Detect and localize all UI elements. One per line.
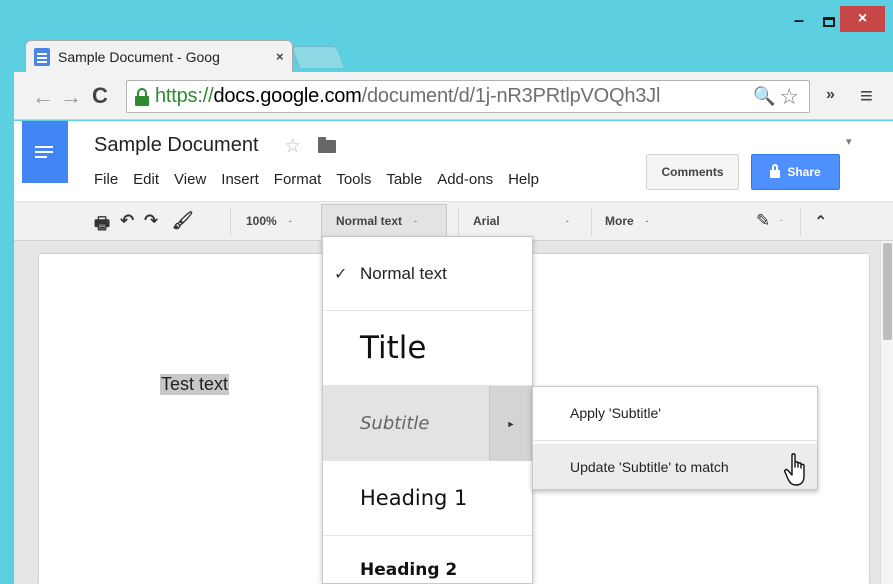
bookmark-star-icon[interactable]: ☆	[779, 84, 799, 110]
toolbar-divider	[591, 208, 592, 236]
forward-icon[interactable]: →	[60, 84, 82, 110]
menu-table[interactable]: Table	[386, 171, 422, 188]
subtitle-submenu: Apply 'Subtitle' Update 'Subtitle' to ma…	[532, 386, 818, 490]
menu-format[interactable]: Format	[274, 171, 322, 188]
scrollbar[interactable]	[880, 241, 893, 584]
zoom-value: 100%	[246, 214, 277, 228]
chevron-down-icon: -	[414, 216, 418, 226]
docs-favicon-icon	[34, 47, 50, 66]
menu-addons[interactable]: Add-ons	[437, 171, 493, 188]
lock-icon	[135, 87, 149, 106]
chevron-down-icon: -	[645, 216, 649, 226]
format-toolbar: 🖶 ↶ ↷ 🖌 100% - Normal text - Arial - Mor…	[14, 201, 893, 241]
address-bar[interactable]: https://docs.google.com/document/d/1j-nR…	[126, 80, 810, 113]
share-button[interactable]: Share	[751, 154, 840, 190]
submenu-arrow-icon[interactable]: ►	[489, 386, 532, 461]
submenu-divider	[533, 440, 817, 441]
style-option-label: Subtitle	[360, 412, 430, 434]
hand-cursor-icon	[784, 453, 805, 486]
browser-toolbar: ← → C https://docs.google.com/document/d…	[14, 72, 893, 120]
style-option-label: Heading 1	[360, 486, 468, 510]
scrollbar-thumb[interactable]	[883, 243, 892, 340]
style-option-label: Heading 2	[360, 560, 458, 580]
paragraph-styles-menu: ✓ Normal text Title Subtitle ► Heading 1…	[322, 236, 533, 584]
check-icon: ✓	[334, 265, 348, 283]
back-icon[interactable]: ←	[32, 84, 54, 110]
selected-text[interactable]: Test text	[160, 374, 230, 395]
menu-help[interactable]: Help	[508, 171, 539, 188]
share-label: Share	[787, 165, 821, 179]
menu-file[interactable]: File	[94, 171, 118, 188]
menu-insert[interactable]: Insert	[221, 171, 259, 188]
docs-logo-icon[interactable]	[22, 121, 68, 183]
style-option-label: Title	[360, 330, 427, 366]
style-option-title[interactable]: Title	[323, 311, 532, 386]
browser-tab[interactable]: Sample Document - Goog ×	[25, 40, 293, 72]
menu-view[interactable]: View	[174, 171, 206, 188]
chevron-down-icon[interactable]: -	[780, 215, 783, 225]
update-subtitle-item[interactable]: Update 'Subtitle' to match	[533, 444, 817, 489]
collapse-icon[interactable]: ⌃	[814, 212, 827, 232]
redo-icon[interactable]: ↷	[144, 211, 158, 231]
zoom-icon[interactable]: 🔍	[753, 86, 775, 107]
url-scheme: https://	[155, 85, 214, 107]
style-value: Normal text	[336, 214, 403, 228]
lock-icon	[770, 163, 781, 178]
style-option-normal-text[interactable]: ✓ Normal text	[323, 237, 532, 311]
style-option-label: Normal text	[360, 263, 447, 283]
document-title[interactable]: Sample Document	[94, 134, 259, 157]
paragraph-style-select[interactable]: Normal text -	[321, 204, 447, 238]
apply-subtitle-item[interactable]: Apply 'Subtitle'	[533, 387, 817, 439]
paint-format-icon[interactable]: 🖌	[172, 211, 194, 231]
font-value: Arial	[473, 214, 500, 228]
chevron-down-icon[interactable]: ▾	[846, 135, 852, 148]
tab-title: Sample Document - Goog	[58, 48, 220, 65]
maximize-icon	[823, 17, 835, 27]
menu-icon[interactable]: ≡	[860, 83, 873, 109]
style-option-subtitle[interactable]: Subtitle ►	[323, 386, 532, 461]
style-option-heading-1[interactable]: Heading 1	[323, 461, 532, 536]
font-select[interactable]: Arial -	[473, 202, 569, 240]
url-path: /document/d/1j-nR3PRtlpVOQh3Jl	[361, 85, 661, 107]
toolbar-divider	[800, 208, 801, 236]
extensions-icon[interactable]: »	[826, 86, 835, 104]
close-window-button[interactable]: ×	[840, 6, 885, 32]
star-icon[interactable]: ☆	[284, 135, 301, 158]
url-domain: docs.google.com	[213, 85, 362, 107]
undo-icon[interactable]: ↶	[120, 211, 134, 231]
docs-header: Sample Document ☆ ▾ File Edit View Inser…	[14, 121, 893, 201]
zoom-select[interactable]: 100% -	[246, 202, 292, 240]
new-tab-button[interactable]	[290, 46, 346, 68]
toolbar-divider	[230, 208, 231, 236]
chevron-down-icon: -	[565, 216, 569, 226]
comments-button[interactable]: Comments	[646, 154, 739, 190]
folder-icon[interactable]	[318, 137, 336, 153]
menu-edit[interactable]: Edit	[133, 171, 159, 188]
toolbar-divider	[458, 208, 459, 236]
style-option-heading-2[interactable]: Heading 2	[323, 536, 532, 583]
tab-close-icon[interactable]: ×	[276, 49, 284, 64]
more-select[interactable]: More -	[605, 202, 649, 240]
menu-bar: File Edit View Insert Format Tools Table…	[94, 171, 554, 188]
more-label: More	[605, 214, 634, 228]
print-icon[interactable]: 🖶	[94, 211, 110, 240]
reload-icon[interactable]: C	[92, 83, 108, 109]
pen-icon[interactable]: ✎	[756, 211, 770, 231]
minimize-button[interactable]: –	[784, 6, 814, 34]
chevron-down-icon: -	[288, 216, 292, 226]
menu-tools[interactable]: Tools	[336, 171, 371, 188]
url-text: https://docs.google.com/document/d/1j-nR…	[155, 85, 751, 108]
